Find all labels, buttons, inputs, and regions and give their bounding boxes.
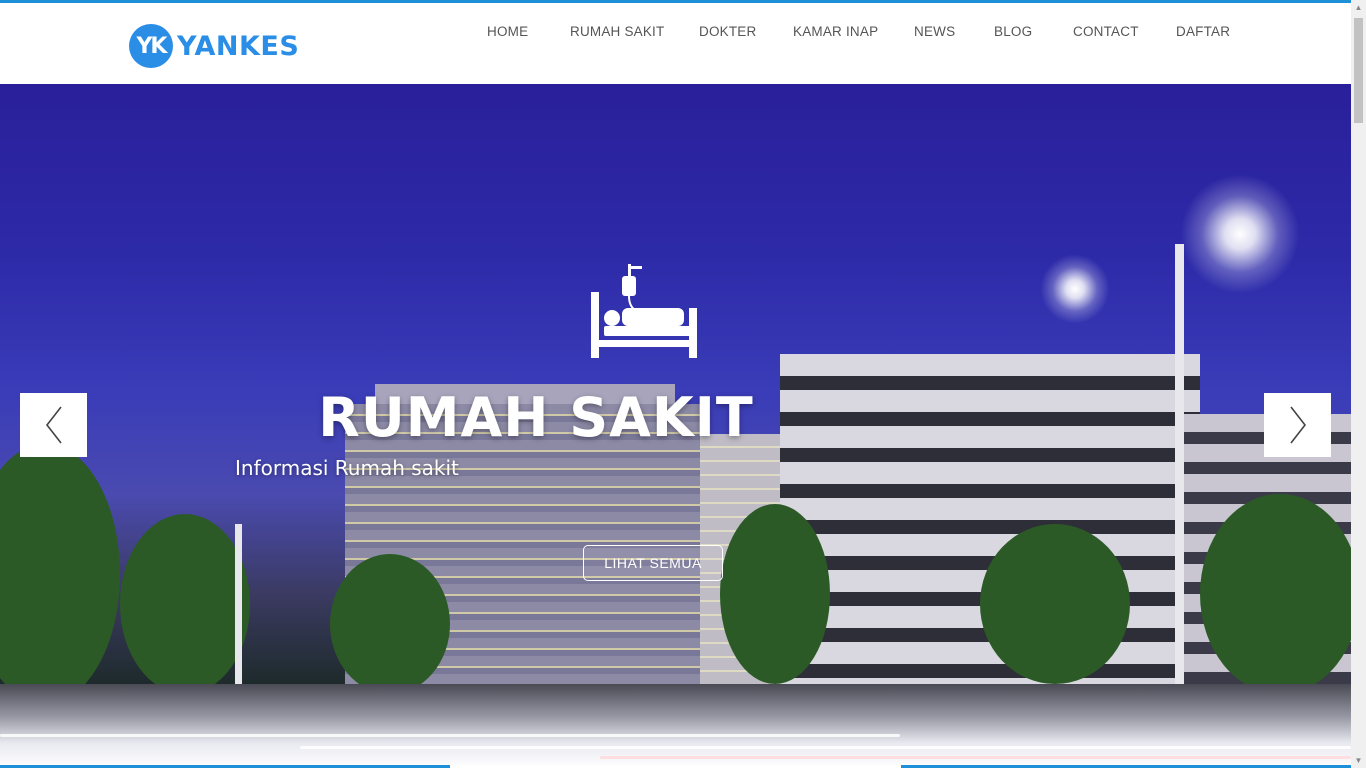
light-streak — [300, 746, 1351, 749]
nav-dokter[interactable]: DOKTER — [699, 24, 756, 39]
scroll-down-arrow-icon[interactable]: ▼ — [1351, 753, 1366, 768]
tree — [120, 514, 250, 694]
lamp-light — [1180, 174, 1300, 294]
nav-rumah-sakit[interactable]: RUMAH SAKIT — [570, 24, 664, 39]
nav-contact[interactable]: CONTACT — [1073, 24, 1139, 39]
slider-next-button[interactable] — [1264, 393, 1331, 457]
tree — [330, 554, 450, 694]
lamp-light — [1040, 254, 1110, 324]
tree — [980, 524, 1130, 684]
logo-mark: YK — [129, 24, 173, 68]
hero-slider: RUMAH SAKIT Informasi Rumah sakit LIHAT … — [0, 84, 1351, 768]
tree — [0, 444, 120, 704]
chevron-left-icon — [45, 406, 62, 444]
scroll-up-arrow-icon[interactable]: ▲ — [1351, 0, 1366, 15]
site-header: YK YANKES HOME RUMAH SAKIT DOKTER KAMAR … — [0, 3, 1351, 84]
nav-kamar-inap[interactable]: KAMAR INAP — [793, 24, 878, 39]
site-logo[interactable]: YK YANKES — [129, 24, 299, 68]
light-streak — [600, 756, 1351, 759]
nav-blog[interactable]: BLOG — [994, 24, 1032, 39]
lihat-semua-button[interactable]: LIHAT SEMUA — [583, 545, 723, 581]
slider-prev-button[interactable] — [20, 393, 87, 457]
page-scrollbar[interactable]: ▲ ▼ — [1351, 0, 1366, 768]
street-lamp — [1175, 244, 1184, 684]
light-streak — [0, 734, 900, 737]
street-lamp — [235, 524, 242, 694]
logo-text: YANKES — [177, 30, 300, 62]
nav-news[interactable]: NEWS — [914, 24, 955, 39]
scrollbar-thumb[interactable] — [1354, 18, 1363, 123]
nav-home[interactable]: HOME — [487, 24, 528, 39]
tree — [1200, 494, 1351, 694]
tree — [720, 504, 830, 684]
hero-subtitle: Informasi Rumah sakit — [235, 456, 459, 480]
hospital-bed-icon — [591, 264, 697, 358]
nav-daftar[interactable]: DAFTAR — [1176, 24, 1230, 39]
hero-title: RUMAH SAKIT — [318, 386, 754, 449]
chevron-right-icon — [1289, 406, 1306, 444]
